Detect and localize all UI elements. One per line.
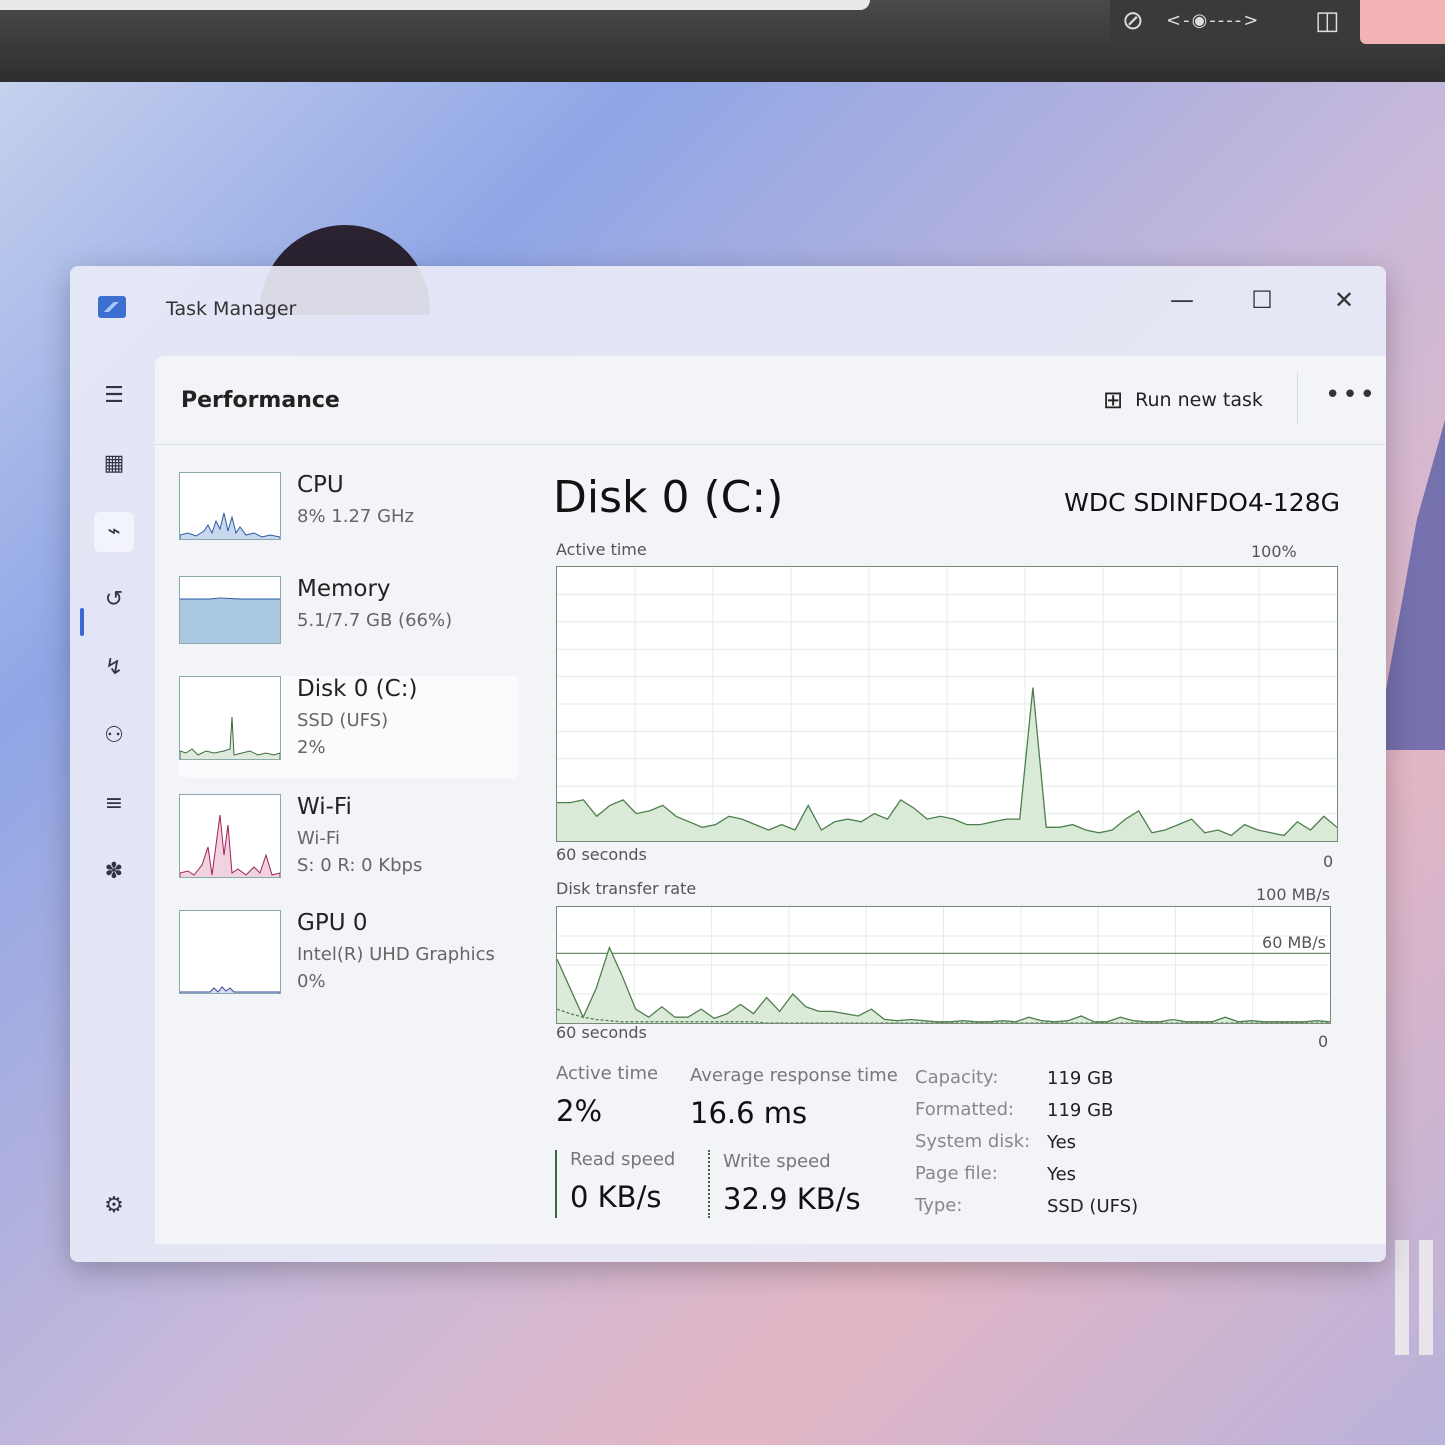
prop-key: Formatted: [915, 1099, 1015, 1120]
transfer-rate-mid: 60 MB/s [1262, 933, 1326, 952]
header-separator [1297, 372, 1298, 424]
page-header: Performance ⊞ Run new task ••• [155, 356, 1386, 445]
wallpaper-bars [1395, 1240, 1433, 1355]
stat-active-time-label: Active time [556, 1063, 659, 1084]
prop-key: System disk: [915, 1131, 1031, 1152]
more-options-icon[interactable]: ••• [1325, 380, 1377, 410]
prop-value: Yes [1047, 1132, 1077, 1153]
prop-value: 119 GB [1047, 1100, 1114, 1121]
maximize-button[interactable]: ☐ [1232, 280, 1292, 320]
run-new-task-button[interactable]: ⊞ Run new task [1103, 382, 1263, 418]
memory-thumbnail [179, 576, 281, 644]
camera-off-icon: ⊘ [1122, 6, 1144, 36]
device-name: Memory [297, 576, 391, 602]
processes-icon[interactable]: ▦ [94, 444, 134, 484]
startup-apps-icon[interactable]: ↯ [94, 648, 134, 688]
close-button[interactable]: ✕ [1314, 280, 1374, 320]
transfer-rate-max: 100 MB/s [1256, 885, 1331, 904]
sidebar: ☰ ▦ ⌁ ↺ ↯ ⚇ ≡ ✽ ⚙ [80, 354, 154, 1254]
settings-gear-icon[interactable]: ⚙ [94, 1186, 134, 1226]
services-icon[interactable]: ✽ [94, 852, 134, 892]
active-time-chart [557, 567, 1337, 841]
read-speed-label: Read speed [570, 1149, 676, 1170]
gpu-thumbnail [179, 910, 281, 994]
users-icon[interactable]: ⚇ [94, 716, 134, 756]
slide-arrow-icon: <-◉----> [1166, 10, 1261, 31]
minimize-button[interactable]: — [1152, 280, 1212, 320]
device-usage: 2% [297, 737, 326, 758]
task-manager-window: Task Manager — ☐ ✕ ☰ ▦ ⌁ ↺ ↯ ⚇ ≡ ✽ ⚙ Per… [70, 266, 1386, 1262]
cpu-thumbnail [179, 472, 281, 540]
device-name: GPU 0 [297, 910, 368, 936]
app-history-icon[interactable]: ↺ [94, 580, 134, 620]
prop-key: Type: [915, 1195, 963, 1216]
stat-avg-response-label: Average response time [690, 1065, 898, 1086]
disk-thumbnail [179, 676, 281, 760]
device-usage: 0% [297, 971, 326, 992]
prop-value: 119 GB [1047, 1068, 1114, 1089]
read-speed-marker [555, 1150, 557, 1218]
hamburger-menu-icon[interactable]: ☰ [94, 376, 134, 416]
camera-warning-pill [1360, 0, 1445, 44]
performance-content: Performance ⊞ Run new task ••• CPU 8% 1.… [155, 356, 1386, 1244]
disk-title: Disk 0 (C:) [553, 472, 784, 523]
stat-avg-response-value: 16.6 ms [690, 1096, 808, 1130]
device-name: CPU [297, 472, 344, 498]
read-speed-value: 0 KB/s [570, 1180, 662, 1214]
device-detail: Intel(R) UHD Graphics [297, 944, 495, 965]
active-time-graph [556, 566, 1338, 842]
transfer-rate-chart [557, 907, 1330, 1023]
window-title: Task Manager [166, 298, 297, 320]
active-nav-marker [80, 608, 84, 636]
run-task-icon: ⊞ [1103, 386, 1124, 414]
device-throughput: S: 0 R: 0 Kbps [297, 855, 423, 876]
device-detail: 5.1/7.7 GB (66%) [297, 610, 453, 631]
device-detail: 8% 1.27 GHz [297, 506, 415, 527]
prop-key: Capacity: [915, 1067, 999, 1088]
transfer-rate-graph: 60 MB/s [556, 906, 1331, 1024]
disk-model: WDC SDINFDO4-128G [1064, 488, 1340, 517]
page-title: Performance [181, 388, 340, 413]
prop-value: SSD (UFS) [1047, 1196, 1139, 1217]
device-detail: SSD (UFS) [297, 710, 389, 731]
stat-active-time-value: 2% [556, 1094, 603, 1128]
camera-icon: ◫ [1315, 6, 1340, 36]
bezel-strip [0, 0, 870, 10]
active-time-zero: 0 [1323, 852, 1334, 871]
device-bezel: ⊘ <-◉----> ◫ [0, 0, 1445, 82]
active-time-label: Active time [556, 540, 647, 559]
device-disk-0[interactable]: Disk 0 (C:) SSD (UFS) 2% [179, 676, 519, 778]
prop-value: Yes [1047, 1164, 1077, 1185]
transfer-rate-seconds: 60 seconds [556, 1023, 647, 1042]
device-gpu-0[interactable]: GPU 0 Intel(R) UHD Graphics 0% [179, 910, 519, 1000]
write-speed-label: Write speed [723, 1151, 831, 1172]
write-speed-value: 32.9 KB/s [723, 1182, 861, 1216]
task-manager-icon [98, 296, 126, 318]
device-name: Disk 0 (C:) [297, 676, 418, 702]
device-wifi[interactable]: Wi-Fi Wi-Fi S: 0 R: 0 Kbps [179, 794, 519, 894]
active-time-seconds: 60 seconds [556, 845, 647, 864]
prop-key: Page file: [915, 1163, 998, 1184]
camera-privacy-bar: ⊘ <-◉----> ◫ [1110, 0, 1445, 44]
transfer-rate-label: Disk transfer rate [556, 879, 697, 898]
write-speed-marker [708, 1150, 710, 1218]
device-cpu[interactable]: CPU 8% 1.27 GHz [179, 472, 519, 564]
active-time-max: 100% [1251, 542, 1297, 561]
details-icon[interactable]: ≡ [94, 784, 134, 824]
device-name: Wi-Fi [297, 794, 352, 820]
performance-icon[interactable]: ⌁ [94, 512, 134, 552]
title-bar[interactable]: Task Manager — ☐ ✕ [70, 266, 1386, 354]
device-detail: Wi-Fi [297, 828, 340, 849]
transfer-rate-zero: 0 [1318, 1032, 1329, 1051]
wifi-thumbnail [179, 794, 281, 878]
run-new-task-label: Run new task [1135, 389, 1263, 411]
device-memory[interactable]: Memory 5.1/7.7 GB (66%) [179, 576, 519, 668]
